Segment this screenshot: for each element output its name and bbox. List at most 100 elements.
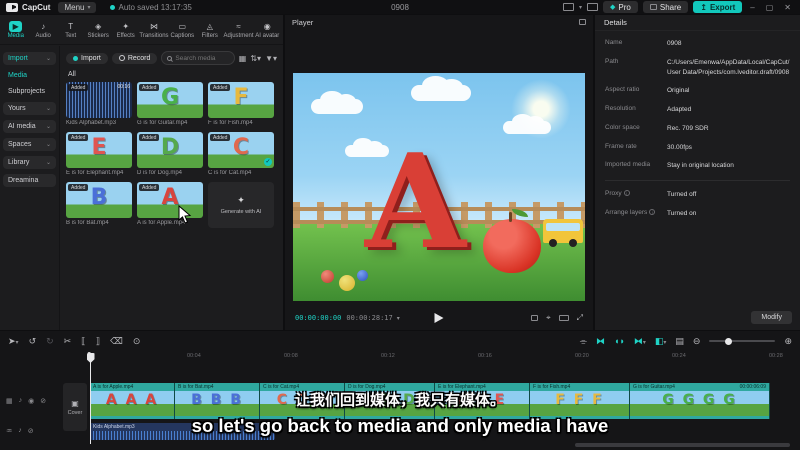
media-tile-kids-alphabet[interactable]: Added 00:16 Kids Alphabet.mp3	[66, 82, 132, 126]
export-button[interactable]: ↥ Export	[693, 1, 743, 13]
track-hide-icon[interactable]: ◉	[28, 397, 34, 405]
timecode-chevron-icon[interactable]: ▾	[397, 315, 400, 322]
track-lock-icon[interactable]: ⊘	[28, 427, 34, 435]
snapshot-icon[interactable]	[531, 315, 539, 321]
tab-ai-avatar[interactable]: ◉ AI avatar	[254, 21, 281, 39]
voiceover-icon[interactable]: ⌯	[580, 336, 587, 347]
media-filename: A is for Apple.mp4	[137, 220, 186, 226]
tab-captions[interactable]: ▭ Captions	[169, 21, 196, 39]
modify-button[interactable]: Modify	[751, 311, 792, 324]
video-preview[interactable]: A	[293, 73, 585, 301]
layout-toggle-icon[interactable]	[563, 3, 575, 11]
clip-d-dog[interactable]: D is for Dog.mp4 D D D	[345, 383, 435, 419]
panel-layout-icon[interactable]	[587, 3, 599, 11]
audio-track-clip[interactable]: Kids Alphabet.mp3	[90, 423, 275, 440]
media-tile-c-cat[interactable]: C Added ✓ C is for Cat.mp4	[208, 132, 274, 176]
select-tool-icon[interactable]: ➤▾	[8, 336, 19, 347]
timeline-zoom-slider[interactable]	[709, 337, 776, 345]
timeline-scrollbar[interactable]	[575, 443, 790, 447]
media-tile-a-apple[interactable]: A Added A is for Apple.mp4	[137, 182, 203, 228]
track-lock-icon[interactable]: ⊘	[40, 397, 46, 405]
auto-link-icon[interactable]: ⧓▾	[634, 336, 646, 347]
timeline-ruler[interactable]: 0 00:04 00:08 00:12 00:16 00:20 00:24 00…	[87, 351, 800, 363]
tab-transitions[interactable]: ⋈ Transitions	[139, 21, 168, 39]
zoom-slider-knob[interactable]	[725, 337, 733, 345]
media-tile-g-guitar[interactable]: G Added G is for Guitar.mp4	[137, 82, 203, 126]
sidebar-item-import[interactable]: Import ⌄	[3, 52, 56, 65]
close-button[interactable]: ✕	[781, 3, 794, 12]
snap-toggle-icon[interactable]: ⧓	[596, 336, 605, 347]
sidebar-item-library[interactable]: Library ⌄	[3, 156, 56, 169]
delete-icon[interactable]: ⌫	[110, 336, 123, 347]
clip-frames: E E E	[457, 392, 507, 408]
clip-e-elephant[interactable]: E is for Elephant.mp4 E E E	[435, 383, 530, 419]
added-badge: Added	[68, 134, 89, 141]
mirror-icon[interactable]: ⊙	[133, 336, 141, 347]
sparkle-icon: ✦	[237, 195, 245, 205]
menu-button[interactable]: Menu ▾	[58, 1, 97, 13]
aspect-ratio-icon[interactable]	[558, 315, 569, 321]
tab-text[interactable]: T Text	[57, 21, 84, 39]
fullscreen-icon[interactable]: ⤢	[577, 313, 583, 323]
video-track-controls: ▦ ♪ ◉ ⊘	[6, 397, 46, 405]
track-thumbnail-icon[interactable]: ▦	[6, 397, 13, 405]
main-track-magnet-icon[interactable]: ◖◗	[614, 336, 625, 346]
search-box[interactable]	[161, 51, 235, 65]
track-height-icon[interactable]: ▤	[675, 336, 684, 347]
tab-label: Effects	[116, 32, 135, 39]
cloud-graphic	[411, 76, 471, 101]
sort-icon[interactable]: ⇅▾	[250, 54, 261, 63]
filter-all-label[interactable]: All	[68, 71, 277, 78]
tab-adjustment[interactable]: ≈ Adjustment	[224, 21, 254, 39]
filter-icon[interactable]: ▼▾	[265, 54, 277, 63]
track-mute-icon[interactable]: ♪	[19, 397, 23, 405]
record-button[interactable]: Record	[111, 52, 158, 64]
media-tile-d-dog[interactable]: D Added D is for Dog.mp4	[137, 132, 203, 176]
split-icon[interactable]: ✂	[64, 336, 72, 347]
tab-media[interactable]: ▶ Media	[2, 20, 29, 39]
track-mute-icon[interactable]: ♪	[18, 427, 22, 435]
export-icon: ↥	[700, 2, 707, 12]
zoom-in-icon[interactable]: ⊕	[784, 336, 792, 347]
preview-quality-icon[interactable]: ⌖	[546, 313, 551, 323]
sidebar-item-media[interactable]: Media	[3, 70, 56, 81]
clip-c-cat[interactable]: C is for Cat.mp4 C C C	[260, 383, 345, 419]
clip-f-fish[interactable]: F is for Fish.mp4 F F F	[530, 383, 630, 419]
ball-graphic	[339, 275, 355, 291]
delete-right-icon[interactable]: ⟧	[96, 336, 100, 347]
sidebar-item-yours[interactable]: Yours ⌄	[3, 102, 56, 115]
zoom-out-icon[interactable]: ⊖	[693, 336, 701, 347]
clip-g-guitar[interactable]: G is for Guitar.mp4 00:00:06:09 G G G G	[630, 383, 770, 419]
tab-effects[interactable]: ✦ Effects	[112, 21, 139, 39]
sidebar-item-ai-media[interactable]: AI media ⌄	[3, 120, 56, 133]
maximize-button[interactable]: ▢	[763, 3, 777, 12]
clip-a-apple[interactable]: A is for Apple.mp4 A A A	[90, 383, 175, 419]
tab-audio[interactable]: ♪ Audio	[29, 21, 56, 39]
tab-stickers[interactable]: ◈ Stickers	[84, 21, 111, 39]
undo-icon[interactable]: ↺	[29, 336, 37, 347]
generate-with-ai-button[interactable]: ✦ Generate with AI	[208, 182, 274, 228]
search-input[interactable]	[175, 54, 228, 62]
collapse-panel-icon[interactable]	[579, 19, 586, 25]
clip-b-bat[interactable]: B is for Bat.mp4 B B B	[175, 383, 260, 419]
import-button[interactable]: Import	[66, 52, 108, 64]
play-button[interactable]	[434, 313, 444, 323]
sidebar-item-dreamina[interactable]: Dreamina	[3, 174, 56, 187]
delete-left-icon[interactable]: ⟦	[81, 336, 85, 347]
tab-filters[interactable]: ◬ Filters	[196, 21, 223, 39]
track-wave-icon[interactable]: ♒	[6, 427, 12, 435]
layout-chevron-icon[interactable]: ▾	[579, 4, 582, 11]
view-grid-icon[interactable]: ▦	[239, 54, 247, 63]
playhead[interactable]	[86, 353, 95, 444]
media-tile-f-fish[interactable]: F Added F is for Fish.mp4	[208, 82, 274, 126]
sidebar-item-subprojects[interactable]: Subprojects	[3, 86, 56, 97]
cover-button[interactable]: ▣ Cover	[63, 383, 87, 431]
preview-axis-icon[interactable]: ◧▾	[655, 336, 667, 347]
minimize-button[interactable]: –	[747, 3, 757, 12]
media-tile-e-elephant[interactable]: E Added E is for Elephant.mp4	[66, 132, 132, 176]
sidebar-item-spaces[interactable]: Spaces ⌄	[3, 138, 56, 151]
redo-icon[interactable]: ↻	[46, 336, 54, 347]
media-tile-b-bat[interactable]: B Added B is for Bat.mp4	[66, 182, 132, 228]
pro-button[interactable]: ◆ Pro	[603, 1, 638, 13]
share-button[interactable]: Share	[642, 1, 689, 13]
